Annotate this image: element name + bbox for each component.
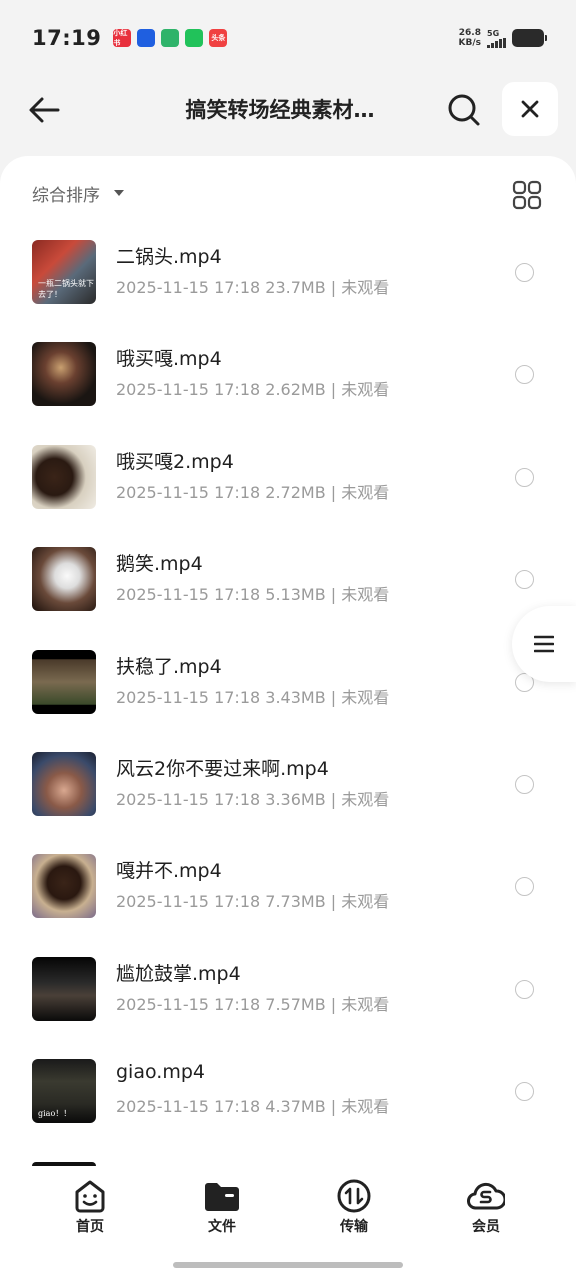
thumbnail-caption: 一瓶二锅头就下去了！: [38, 279, 94, 299]
file-list-panel: 综合排序 一瓶二锅头就下去了！ 二锅头.mp4 2025-11-15 17:18 2…: [0, 156, 576, 1166]
network-speed-value: 26.8: [458, 28, 481, 38]
file-list-item[interactable]: 尴尬鼓掌.mp4 2025-11-15 17:18 7.57MB | 未观看: [0, 949, 576, 1051]
file-name: 二锅头.mp4: [116, 246, 222, 268]
bottom-tab-bar: 首页 文件 传输 会员: [0, 1166, 576, 1280]
select-radio[interactable]: [515, 365, 534, 385]
file-name: giao.mp4: [116, 1061, 205, 1084]
wechat-icon: [185, 29, 204, 47]
arrow-left-icon: [29, 97, 60, 123]
file-meta: 2025-11-15 17:18 2.62MB | 未观看: [116, 380, 390, 400]
close-icon: [521, 100, 539, 118]
file-name: 扶稳了.mp4: [116, 655, 222, 678]
file-meta: 2025-11-15 17:18 4.37MB | 未观看: [116, 1097, 390, 1117]
menu-icon: [534, 635, 554, 653]
tab-files-label: 文件: [208, 1219, 236, 1235]
signal-bars-icon: [487, 37, 506, 48]
tab-home-label: 首页: [76, 1219, 104, 1235]
file-list-item[interactable]: 嘎并不.mp4 2025-11-15 17:18 7.73MB | 未观看: [0, 846, 576, 948]
select-radio[interactable]: [515, 570, 534, 590]
tab-transfer[interactable]: 传输: [314, 1178, 394, 1238]
file-meta: 2025-11-15 17:18 7.73MB | 未观看: [116, 892, 390, 912]
file-list: 一瓶二锅头就下去了！ 二锅头.mp4 2025-11-15 17:18 23.7MB…: [0, 232, 576, 1154]
app-blue-icon: [137, 29, 156, 47]
file-meta: 2025-11-15 17:18 5.13MB | 未观看: [116, 585, 390, 605]
file-meta: 2025-11-15 17:18 3.43MB | 未观看: [116, 687, 390, 707]
select-radio[interactable]: [515, 1082, 534, 1102]
file-meta: 2025-11-15 17:18 2.72MB | 未观看: [116, 482, 390, 502]
video-thumbnail: [32, 956, 96, 1021]
network-speed: 26.8 KB/s: [459, 28, 481, 48]
close-button[interactable]: [502, 82, 558, 136]
select-radio[interactable]: [515, 467, 534, 487]
file-name: 尴尬鼓掌.mp4: [116, 962, 241, 985]
file-name: 哦买嘎2.mp4: [116, 450, 234, 473]
battery-icon: [512, 29, 547, 47]
tab-transfer-label: 传输: [340, 1219, 368, 1235]
video-thumbnail: [32, 649, 96, 714]
network-speed-unit: KB/s: [458, 38, 481, 48]
back-button[interactable]: [24, 90, 64, 130]
header: 搞笑转场经典素材…: [0, 80, 576, 138]
thumbnail-caption: giao！！: [38, 1109, 72, 1119]
video-thumbnail: 一瓶二锅头就下去了！: [32, 240, 96, 304]
file-name: 嘎并不.mp4: [116, 860, 222, 883]
search-button[interactable]: [444, 90, 484, 130]
video-thumbnail: [32, 547, 96, 612]
signal-indicator: 5G: [487, 29, 506, 48]
status-time: 17:19: [32, 26, 102, 50]
video-thumbnail: [32, 444, 96, 509]
home-smile-icon: [75, 1180, 105, 1213]
xiaohongshu-icon: 小红书: [113, 29, 132, 47]
signal-label: 5G: [487, 28, 500, 38]
tab-home[interactable]: 首页: [50, 1178, 130, 1238]
video-thumbnail: [32, 751, 96, 816]
recycle-green-icon: [161, 29, 180, 47]
search-icon: [448, 94, 480, 126]
file-meta: 2025-11-15 17:18 7.57MB | 未观看: [116, 994, 390, 1014]
page-title: 搞笑转场经典素材…: [185, 98, 375, 122]
sort-label: 综合排序: [32, 185, 100, 206]
folder-icon: [205, 1183, 239, 1211]
grid-view-button[interactable]: [512, 180, 542, 210]
transfer-icon: [337, 1179, 371, 1213]
select-radio[interactable]: [515, 263, 534, 282]
status-indicators: 26.8 KB/s 5G: [459, 28, 547, 48]
video-thumbnail: [32, 342, 96, 407]
file-list-item[interactable]: 风云2你不要过来啊.mp4 2025-11-15 17:18 3.36MB | 未…: [0, 744, 576, 846]
file-name: 哦买嘎.mp4: [116, 348, 222, 371]
file-name: 风云2你不要过来啊.mp4: [116, 757, 329, 780]
file-meta: 2025-11-15 17:18 3.36MB | 未观看: [116, 789, 390, 809]
vip-cloud-icon: [467, 1182, 505, 1210]
file-list-item[interactable]: 哦买嘎.mp4 2025-11-15 17:18 2.62MB | 未观看: [0, 334, 576, 436]
file-list-item[interactable]: giao！！ giao.mp4 2025-11-15 17:18 4.37MB | …: [0, 1051, 576, 1153]
tab-vip-label: 会员: [472, 1219, 500, 1235]
video-thumbnail: giao！！: [32, 1059, 96, 1124]
grid-icon: [512, 180, 542, 210]
select-radio[interactable]: [515, 877, 534, 897]
toutiao-icon: 头条: [209, 29, 228, 47]
sort-dropdown[interactable]: 综合排序: [32, 178, 124, 208]
select-radio[interactable]: [515, 979, 534, 999]
file-list-item[interactable]: 哦买嘎2.mp4 2025-11-15 17:18 2.72MB | 未观看: [0, 437, 576, 539]
file-name: 鹅笑.mp4: [116, 553, 203, 576]
file-list-item[interactable]: 鹅笑.mp4 2025-11-15 17:18 5.13MB | 未观看: [0, 539, 576, 641]
status-bar: 17:19 小红书 头条 26.8 KB/s 5G: [0, 0, 576, 76]
file-list-item[interactable]: 一瓶二锅头就下去了！ 二锅头.mp4 2025-11-15 17:18 23.7MB…: [0, 232, 576, 334]
file-meta: 2025-11-15 17:18 23.7MB | 未观看: [116, 278, 390, 297]
tab-vip[interactable]: 会员: [446, 1178, 526, 1238]
home-indicator[interactable]: [173, 1262, 403, 1268]
notification-icons: 小红书 头条: [113, 29, 228, 47]
tab-files[interactable]: 文件: [182, 1178, 262, 1238]
select-radio[interactable]: [515, 774, 534, 794]
video-thumbnail: [32, 854, 96, 919]
caret-down-icon: [114, 190, 124, 196]
file-list-item[interactable]: 扶稳了.mp4 2025-11-15 17:18 3.43MB | 未观看: [0, 642, 576, 744]
